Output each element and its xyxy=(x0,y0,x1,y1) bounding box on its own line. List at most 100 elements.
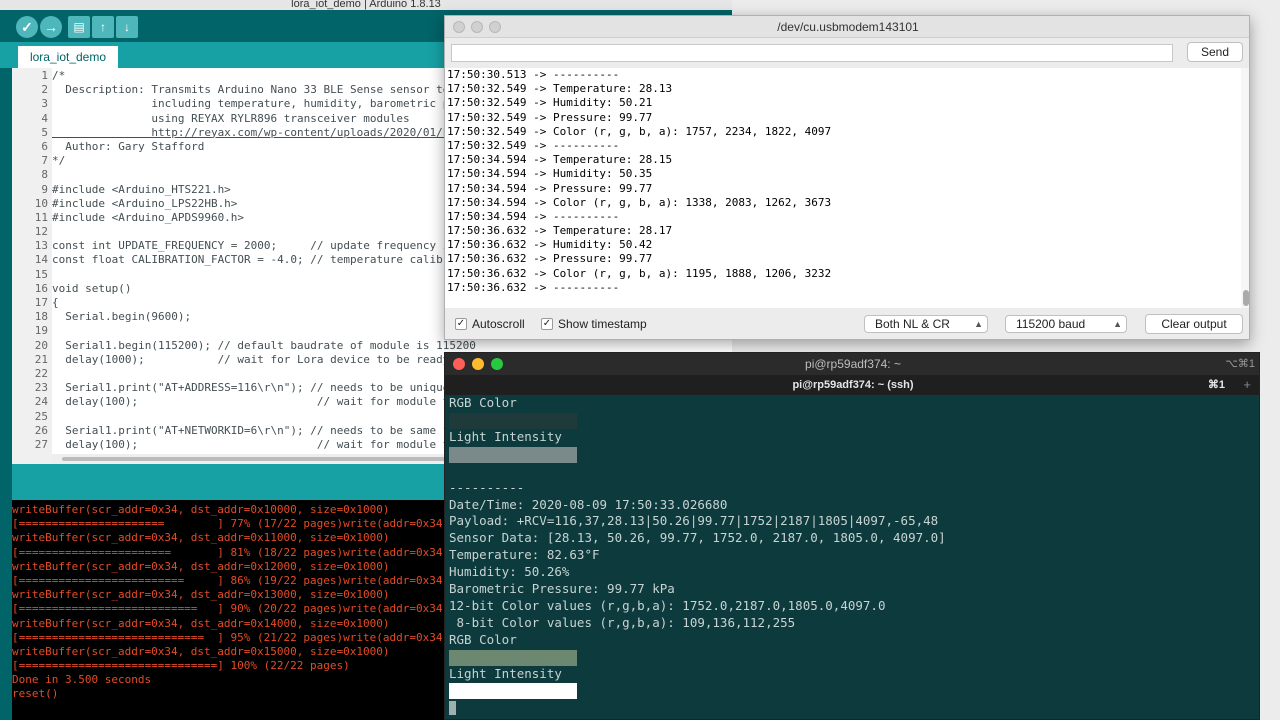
checkmark-icon: ✓ xyxy=(456,318,466,329)
line-number: 20 xyxy=(34,338,48,352)
line-number-gutter: 1 2 3 4 5 6 7 8 9 10 11 12 13 14 15 16 17 18 19 20 21 22 23 24 2… xyxy=(12,68,52,464)
terminal-line: Payload: +RCV=116,37,28.13|50.26|99.77|1… xyxy=(449,513,939,529)
autoscroll-label: Autoscroll xyxy=(472,317,525,331)
line-number: 27 xyxy=(34,437,48,451)
terminal-line: 8-bit Color values (r,g,b,a): 109,136,11… xyxy=(449,614,796,630)
new-file-icon: ▤ xyxy=(73,20,85,34)
line-number: 7 xyxy=(41,154,48,168)
checkmark-icon: ✓ xyxy=(542,318,552,329)
upload-button[interactable]: → xyxy=(40,16,62,38)
arrow-right-icon: → xyxy=(44,19,58,35)
terminal-window-title: pi@rp59adf374: ~ xyxy=(805,357,901,371)
line-number: 17 xyxy=(34,296,48,309)
line-number: 22 xyxy=(34,366,48,380)
serial-output-line: 17:50:34.594 -> Humidity: 50.35 xyxy=(447,167,653,181)
new-sketch-button[interactable]: ▤ xyxy=(68,16,90,38)
line-number: 5 xyxy=(41,125,48,139)
line-number: 11 xyxy=(34,210,48,224)
show-timestamp-checkbox[interactable]: ✓ xyxy=(541,318,553,330)
line-number: 2 xyxy=(41,83,48,97)
arduino-title-bar: lora_iot_demo | Arduino 1.8.13 xyxy=(0,0,732,10)
baud-rate-value: 115200 baud xyxy=(1016,317,1086,331)
line-number: 9 xyxy=(41,182,48,196)
serial-output-line: 17:50:32.549 -> ---------- xyxy=(447,138,620,152)
terminal-line: RGB Color xyxy=(449,395,517,410)
terminal-tab-ssh[interactable]: pi@rp59adf374: ~ (ssh) xyxy=(445,375,1259,395)
line-number: 13 xyxy=(34,239,48,253)
line-number: 8 xyxy=(41,168,48,182)
arduino-window-title: lora_iot_demo | Arduino 1.8.13 xyxy=(291,0,441,10)
serial-output-line: 17:50:36.632 -> Pressure: 99.77 xyxy=(447,252,653,266)
arrow-down-icon: ↓ xyxy=(124,20,130,34)
serial-output-line: 17:50:34.594 -> Color (r, g, b, a): 1338… xyxy=(447,195,832,209)
terminal-prompt[interactable] xyxy=(449,699,1257,716)
serial-vertical-scrollbar[interactable] xyxy=(1241,68,1249,308)
terminal-line: Humidity: 50.26% xyxy=(449,564,570,580)
line-number: 19 xyxy=(34,324,48,338)
serial-output-line: 17:50:36.632 -> Color (r, g, b, a): 1195… xyxy=(447,266,832,280)
terminal-line: Sensor Data: [28.13, 50.26, 99.77, 1752.… xyxy=(449,530,946,546)
line-number: 16 xyxy=(34,281,48,295)
line-number: 10 xyxy=(34,196,48,210)
terminal-line: Light Intensity xyxy=(449,428,562,444)
line-number: 15 xyxy=(34,267,48,281)
line-number: 23 xyxy=(34,381,48,395)
terminal-shortcut: ⌥⌘1 xyxy=(1225,358,1255,370)
rgb-color-swatch xyxy=(449,649,577,666)
serial-output-line: 17:50:32.549 -> Pressure: 99.77 xyxy=(447,110,653,124)
line-number: 26 xyxy=(34,423,48,437)
serial-output-line: 17:50:34.594 -> Temperature: 28.15 xyxy=(447,153,673,167)
baud-rate-select[interactable]: 115200 baud ▲ xyxy=(1005,315,1127,333)
save-sketch-button[interactable]: ↓ xyxy=(116,16,138,38)
minimize-window-icon[interactable] xyxy=(471,21,483,33)
serial-output-line: 17:50:30.513 -> ---------- xyxy=(447,68,620,81)
terminal-window: pi@rp59adf374: ~ ⌥⌘1 pi@rp59adf374: ~ (s… xyxy=(444,352,1260,720)
zoom-window-icon[interactable] xyxy=(489,21,501,33)
line-number: 6 xyxy=(41,139,48,153)
check-icon: ✓ xyxy=(21,19,33,35)
scrollbar-thumb[interactable] xyxy=(1243,290,1249,306)
light-intensity-swatch xyxy=(449,446,577,463)
line-number: 14 xyxy=(34,253,48,267)
line-number: 24 xyxy=(34,395,48,409)
code-line[interactable]: Serial1.begin(115200); // default baudra… xyxy=(52,339,732,353)
serial-input[interactable] xyxy=(451,44,1173,62)
terminal-line: 12-bit Color values (r,g,b,a): 1752.0,21… xyxy=(449,597,886,613)
terminal-cursor xyxy=(449,700,456,715)
serial-title-bar: /dev/cu.usbmodem143101 xyxy=(445,16,1249,38)
terminal-tab-shortcut: ⌘1 xyxy=(1207,379,1225,391)
terminal-line: Date/Time: 2020-08-09 17:50:33.026680 xyxy=(449,496,728,512)
terminal-line: RGB Color xyxy=(449,631,517,647)
serial-output-line: 17:50:36.632 -> ---------- xyxy=(447,280,620,294)
autoscroll-checkbox[interactable]: ✓ xyxy=(455,318,467,330)
updown-chevron-icon: ▲ xyxy=(1113,319,1122,329)
send-button[interactable]: Send xyxy=(1187,42,1243,62)
serial-monitor-window: /dev/cu.usbmodem143101 Send 17:50:30.513… xyxy=(444,15,1250,340)
line-number: 21 xyxy=(34,352,48,366)
serial-options-bar: ✓ Autoscroll ✓ Show timestamp Both NL & … xyxy=(445,308,1249,339)
verify-button[interactable]: ✓ xyxy=(16,16,38,38)
serial-output-line: 17:50:34.594 -> Pressure: 99.77 xyxy=(447,181,653,195)
show-timestamp-label: Show timestamp xyxy=(558,317,647,331)
terminal-output: RGB Color Light Intensity ---------- Dat… xyxy=(449,395,1257,719)
rgb-color-swatch xyxy=(449,412,577,429)
close-window-icon[interactable] xyxy=(453,21,465,33)
terminal-line: Barometric Pressure: 99.77 kPa xyxy=(449,581,675,597)
minimize-window-icon[interactable] xyxy=(472,358,484,370)
terminal-title-bar: pi@rp59adf374: ~ ⌥⌘1 xyxy=(445,353,1259,375)
clear-output-button[interactable]: Clear output xyxy=(1145,314,1243,334)
line-number: 18 xyxy=(34,310,48,324)
serial-output-line: 17:50:32.549 -> Color (r, g, b, a): 1757… xyxy=(447,124,832,138)
zoom-window-icon[interactable] xyxy=(491,358,503,370)
open-sketch-button[interactable]: ↑ xyxy=(92,16,114,38)
plus-icon[interactable]: + xyxy=(1243,375,1251,395)
line-number: 25 xyxy=(34,409,48,423)
tab-lora-iot-demo[interactable]: lora_iot_demo xyxy=(18,46,118,68)
line-ending-select[interactable]: Both NL & CR ▲ xyxy=(864,315,988,333)
line-number: 1 xyxy=(41,69,48,82)
serial-output-line: 17:50:36.632 -> Temperature: 28.17 xyxy=(447,224,673,238)
line-ending-value: Both NL & CR xyxy=(875,317,950,331)
serial-output-line: 17:50:36.632 -> Humidity: 50.42 xyxy=(447,238,653,252)
close-window-icon[interactable] xyxy=(453,358,465,370)
